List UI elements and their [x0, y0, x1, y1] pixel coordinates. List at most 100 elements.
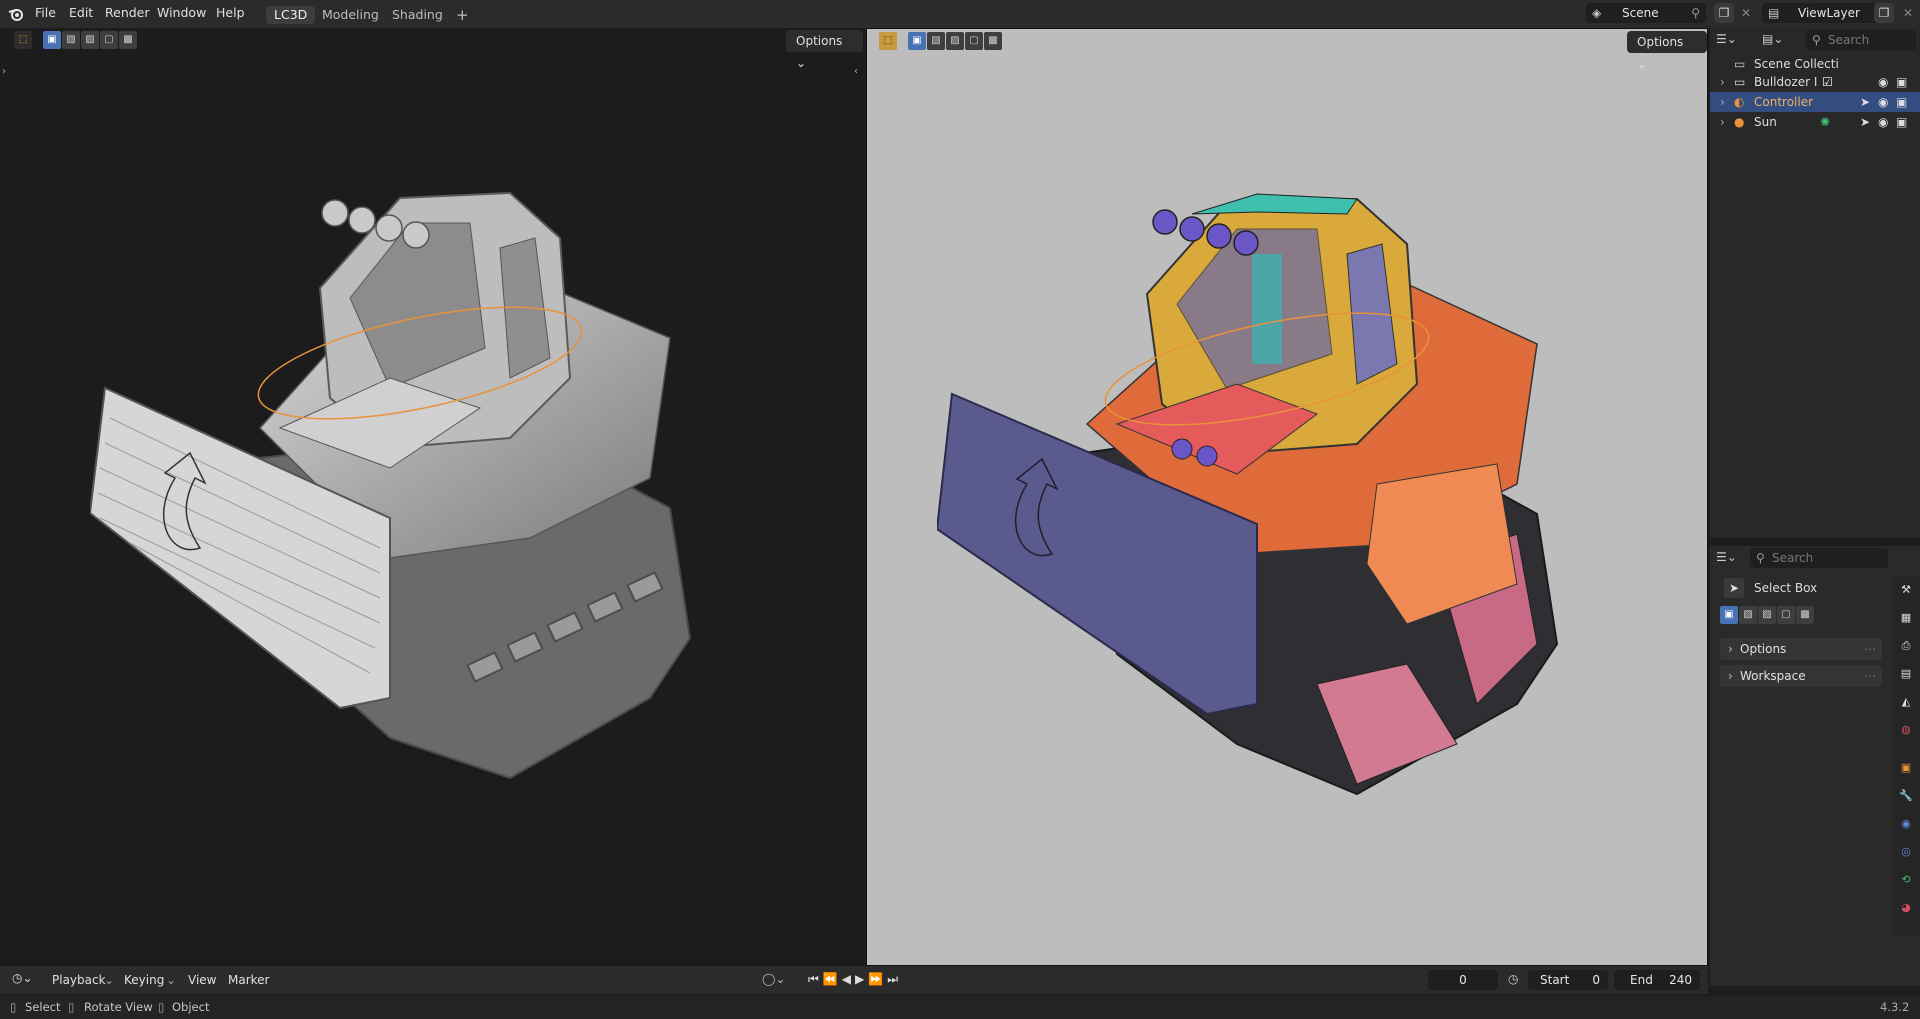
scene-collection-row[interactable]: ▭ Scene Collecti [1710, 54, 1920, 74]
sidebar-toggle-right-icon[interactable]: ‹ [854, 66, 858, 77]
eye-icon[interactable]: ◉ [1878, 72, 1888, 92]
add-workspace-button[interactable]: + [448, 6, 477, 24]
eye-icon[interactable]: ◉ [1878, 112, 1888, 132]
select-tool-icon-right[interactable]: ⬚ [879, 32, 897, 50]
tab-shading[interactable]: Shading [384, 6, 451, 24]
current-frame-field[interactable]: 0 [1428, 970, 1498, 990]
menu-file[interactable]: File [35, 5, 56, 20]
play-reverse-icon[interactable]: ◀ [842, 972, 855, 986]
select-new-icon-right[interactable]: ▣ [908, 32, 926, 50]
outliner-item-controller[interactable]: › ◐ Controller ➤ ◉ ▣ [1710, 92, 1920, 112]
camera-icon[interactable]: ▣ [1896, 72, 1907, 92]
outliner-item-bulldozer[interactable]: › ▭ Bulldozer I ☑ ◉ ▣ [1710, 72, 1920, 92]
next-keyframe-icon[interactable]: ⏩ [868, 972, 887, 986]
menu-marker[interactable]: Marker [228, 973, 269, 987]
checkbox-icon[interactable]: ☑ [1822, 72, 1833, 92]
prev-keyframe-icon[interactable]: ⏪ [823, 972, 842, 986]
select-extend-icon[interactable]: ▧ [62, 31, 80, 49]
options-panel-header[interactable]: › Options ⋯ [1720, 638, 1882, 660]
cursor-icon[interactable]: ➤ [1860, 92, 1870, 112]
select-invert-icon[interactable]: ▢ [100, 31, 118, 49]
view-layer-tab-icon[interactable]: ▤ [1898, 666, 1914, 682]
mode-new-icon[interactable]: ▣ [1720, 606, 1738, 624]
select-intersect-icon-right[interactable]: ▩ [984, 32, 1002, 50]
chevron-right-icon[interactable]: › [1720, 72, 1725, 92]
render-tab-icon[interactable]: ▦ [1898, 610, 1914, 626]
select-invert-icon-right[interactable]: ▢ [965, 32, 983, 50]
properties-search-input[interactable]: ⚲ Search [1750, 548, 1888, 568]
output-tab-icon[interactable]: ⎙ [1898, 638, 1914, 654]
camera-icon[interactable]: ▣ [1896, 92, 1907, 112]
bulldozer-render-model[interactable] [937, 184, 1637, 864]
play-icon[interactable]: ▶ [855, 972, 868, 986]
material-tab-icon[interactable]: ◕ [1898, 900, 1914, 916]
scene-selector[interactable]: ◈ Scene ⚲ [1586, 3, 1706, 23]
select-extend-icon-right[interactable]: ▧ [927, 32, 945, 50]
display-mode-icon[interactable]: ▤⌄ [1762, 32, 1783, 46]
jump-end-icon[interactable]: ⏭ [887, 972, 902, 986]
mode-extend-icon[interactable]: ▧ [1739, 606, 1757, 624]
drag-handle-icon[interactable]: ⋯ [1864, 638, 1876, 660]
end-frame-field[interactable]: End 240 [1614, 970, 1700, 990]
select-box-tool-icon[interactable]: ➤ [1724, 578, 1744, 598]
select-new-icon[interactable]: ▣ [43, 31, 61, 49]
viewport-solid[interactable]: ⬚ ▣ ▧ ▨ ▢ ▩ Options ⌄ › ‹ [0, 28, 863, 966]
object-tab-icon[interactable]: ▣ [1898, 760, 1914, 776]
chevron-right-icon[interactable]: › [1720, 92, 1725, 112]
sidebar-toggle-icon[interactable]: › [2, 66, 6, 77]
menu-render[interactable]: Render [105, 5, 150, 20]
camera-icon[interactable]: ▣ [1896, 112, 1907, 132]
menu-edit[interactable]: Edit [69, 5, 93, 20]
chevron-right-icon[interactable]: › [1720, 112, 1725, 132]
select-subtract-icon-right[interactable]: ▨ [946, 32, 964, 50]
select-tool-icon[interactable]: ⬚ [14, 31, 32, 49]
eye-icon[interactable]: ◉ [1878, 92, 1888, 112]
record-icon[interactable]: ◯⌄ [762, 972, 785, 986]
world-tab-icon[interactable]: ◍ [1898, 722, 1914, 738]
mode-intersect-icon[interactable]: ▩ [1796, 606, 1814, 624]
menu-playback[interactable]: Playback [52, 973, 106, 987]
cursor-icon[interactable]: ➤ [1860, 112, 1870, 132]
properties-editor-type-icon[interactable]: ☰⌄ [1716, 550, 1737, 564]
workspace-panel-label: Workspace [1740, 669, 1806, 683]
mode-subtract-icon[interactable]: ▨ [1758, 606, 1776, 624]
tab-modeling[interactable]: Modeling [314, 6, 387, 24]
end-label: End [1630, 973, 1653, 987]
new-scene-icon[interactable]: ❐ [1714, 3, 1734, 23]
stopwatch-icon[interactable]: ◷ [1508, 972, 1518, 986]
delete-scene-icon[interactable]: ✕ [1736, 3, 1756, 23]
jump-start-icon[interactable]: ⏮ [808, 972, 823, 986]
scene-tab-icon[interactable]: ◭ [1898, 694, 1914, 710]
delete-view-layer-icon[interactable]: ✕ [1898, 3, 1918, 23]
outliner-search-input[interactable]: ⚲ Search [1806, 30, 1916, 50]
options-panel-label: Options [1740, 642, 1787, 656]
drag-handle-icon[interactable]: ⋯ [1864, 665, 1876, 687]
mouse-middle-icon: ▯ [68, 1000, 75, 1014]
menu-window[interactable]: Window [157, 5, 206, 20]
menu-keying[interactable]: Keying [124, 973, 164, 987]
physics-tab-icon[interactable]: ◎ [1898, 844, 1914, 860]
bulldozer-solid-model[interactable] [90, 178, 770, 878]
menu-view[interactable]: View [188, 973, 216, 987]
modifier-tab-icon[interactable]: 🔧 [1898, 788, 1914, 804]
options-dropdown-left[interactable]: Options ⌄ [786, 30, 863, 70]
menu-help[interactable]: Help [216, 5, 245, 20]
editor-type-icon[interactable]: ☰⌄ [1716, 32, 1737, 46]
collection-icon: ▭ [1734, 57, 1746, 71]
options-dropdown-right[interactable]: Options ⌄ [1627, 31, 1707, 71]
new-view-layer-icon[interactable]: ❐ [1874, 3, 1894, 23]
mode-invert-icon[interactable]: ▢ [1777, 606, 1795, 624]
tab-lc3d[interactable]: LC3D [266, 6, 316, 24]
timeline-editor-icon[interactable]: ◷⌄ [12, 971, 33, 985]
workspace-panel-header[interactable]: › Workspace ⋯ [1720, 665, 1882, 687]
viewport-render[interactable]: ⬚ ▣ ▧ ▨ ▢ ▩ Options ⌄ [866, 28, 1708, 966]
object-data-tab-icon[interactable]: ⟲ [1898, 872, 1914, 888]
start-frame-field[interactable]: Start 0 [1528, 970, 1608, 990]
select-subtract-icon[interactable]: ▨ [81, 31, 99, 49]
particles-tab-icon[interactable]: ◉ [1898, 816, 1914, 832]
tool-tab-icon[interactable]: ⚒ [1898, 582, 1914, 598]
view-layer-selector[interactable]: ▤ ViewLayer [1762, 3, 1880, 23]
blender-logo-icon[interactable] [8, 6, 24, 22]
outliner-item-sun[interactable]: › ● Sun ✺ ➤ ◉ ▣ [1710, 112, 1920, 132]
select-intersect-icon[interactable]: ▩ [119, 31, 137, 49]
